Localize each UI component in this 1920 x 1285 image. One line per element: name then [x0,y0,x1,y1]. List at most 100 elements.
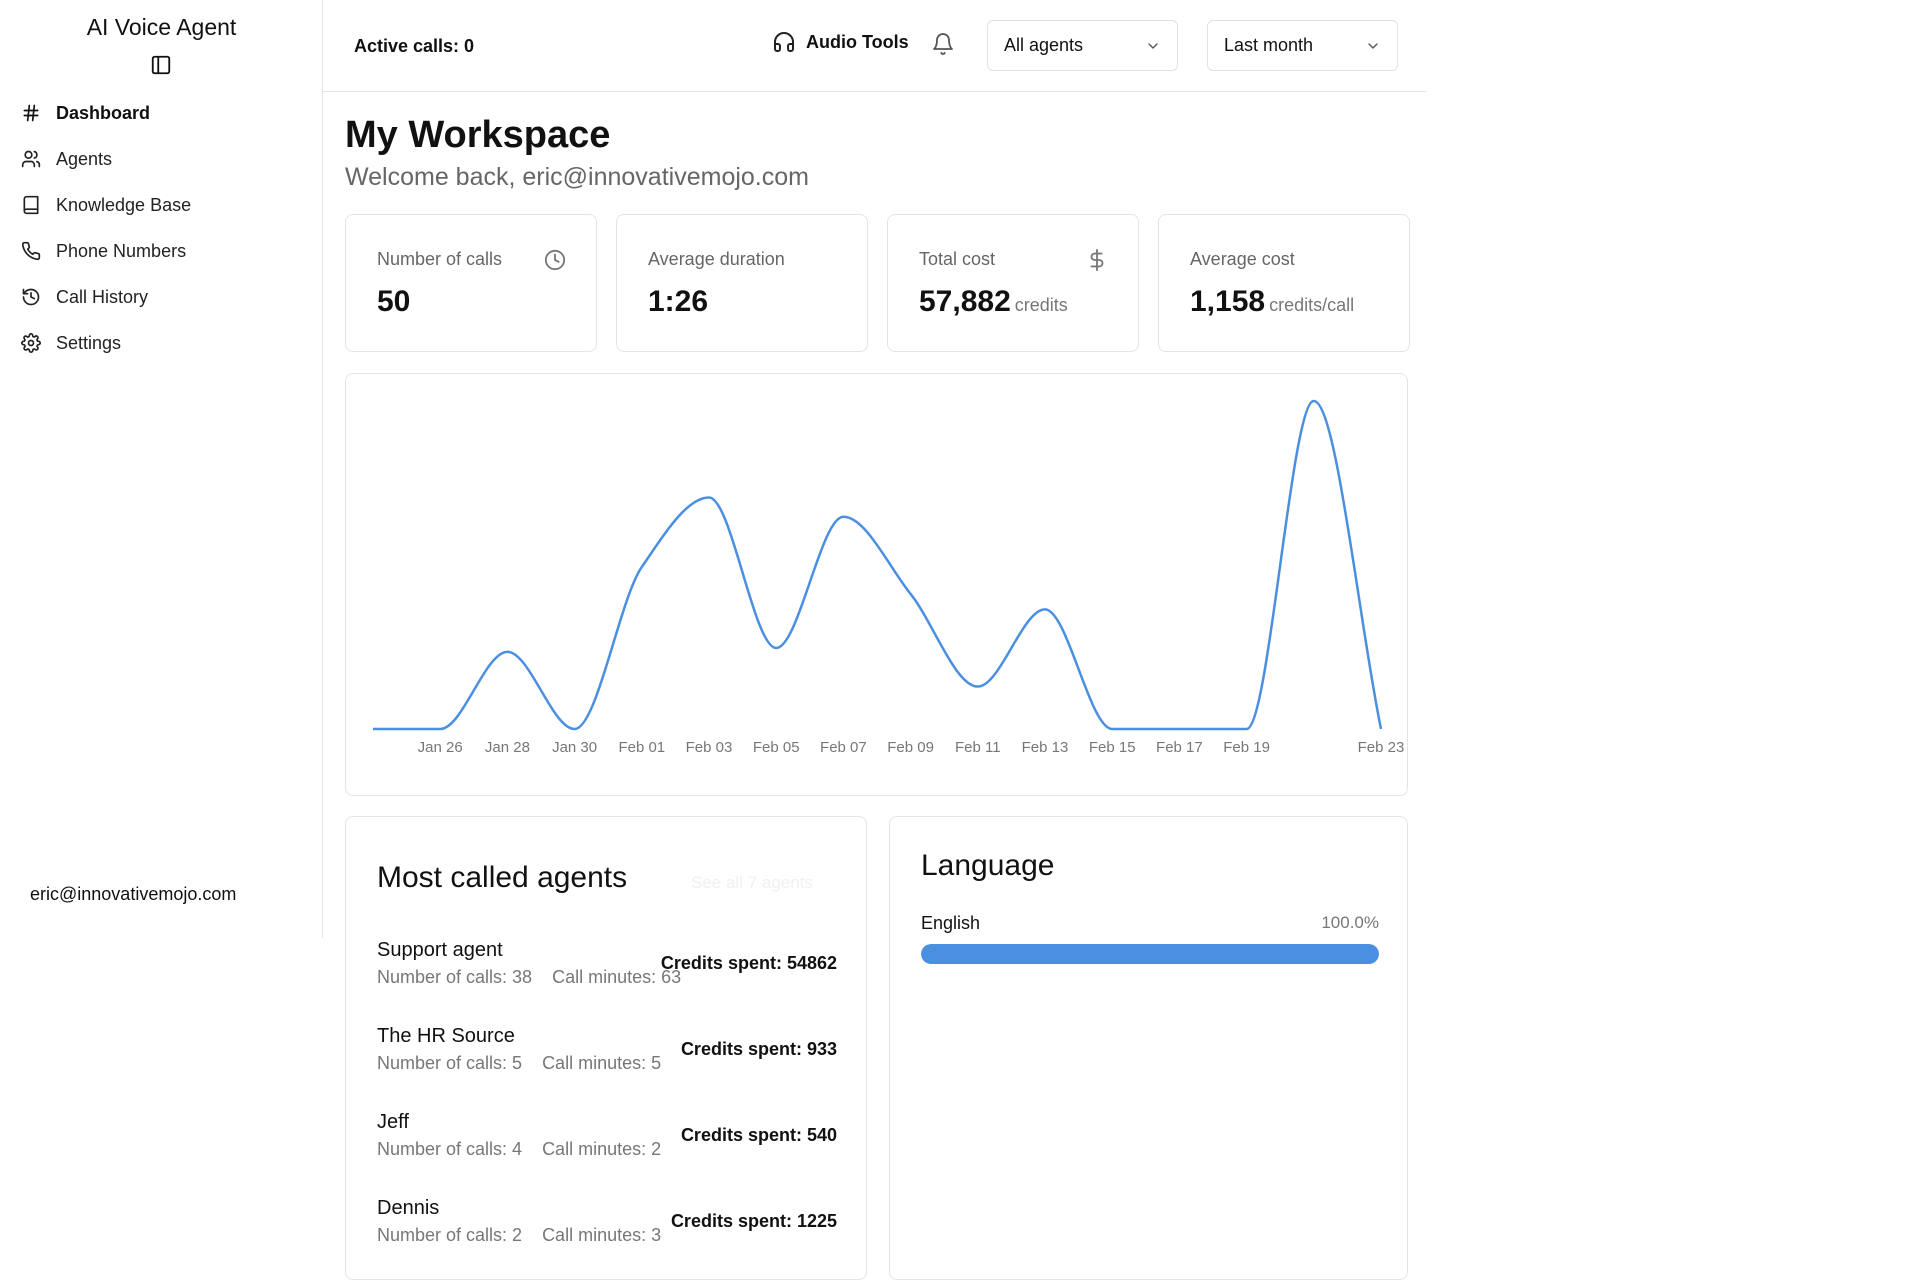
chart-point-Feb 13[interactable] [1042,606,1048,612]
chart-point-Feb 21[interactable] [1311,398,1317,404]
stat-value: 1,158 credits/call [1190,285,1355,318]
sidebar-item-agents[interactable]: Agents [20,136,191,182]
agent-name: Dennis [377,1197,440,1219]
stat-unit: credits [1014,295,1068,315]
x-tick-label: Feb 01 [618,739,665,756]
user-email[interactable]: eric@innovativemojo.com [30,884,236,905]
chart-point-Feb 09[interactable] [908,591,914,597]
agent-name: The HR Source [377,1025,515,1047]
language-row: English 100.0% [921,913,1379,934]
see-all-agents-link[interactable]: See all 7 agents [691,873,813,893]
agent-row[interactable]: Support agent Number of calls: 38 Call mi… [377,939,837,999]
dollar-icon [1086,249,1108,271]
period-filter-select[interactable]: Last month [1207,20,1398,71]
stat-card-total-cost: Total cost 57,882 credits [887,214,1139,352]
calls-series-line [373,399,1383,731]
stat-value: 57,882 credits [919,285,1068,318]
book-icon [20,194,42,216]
chart-point-Feb 11[interactable] [975,684,981,690]
chevron-down-icon [1148,42,1158,49]
chart-point-Jan 24[interactable] [370,726,376,732]
active-calls-indicator: Active calls: 0 [354,36,475,56]
agent-name: Support agent [377,939,503,961]
agent-row[interactable]: Dennis Number of calls: 2 Call minutes: 3… [377,1197,837,1257]
sidebar-item-label: Settings [56,332,122,353]
stat-label: Average duration [648,249,785,269]
sidebar: AI Voice Agent Dashboard Agents Knowledg… [0,0,323,938]
sidebar-item-knowledge-base[interactable]: Knowledge Base [20,182,191,228]
chart-point-Feb 05[interactable] [773,645,779,651]
chart-point-Feb 07[interactable] [840,514,846,520]
agent-credits: Credits spent: 933 [680,1039,837,1059]
card-title: Language [921,849,1055,882]
most-called-agents-card: Most called agents See all 7 agents Supp… [345,816,867,1280]
chart-point-Feb 15[interactable] [1109,726,1115,732]
agent-meta: Number of calls: 5 Call minutes: 5 [377,1053,661,1074]
language-card: Language English 100.0% [889,816,1408,1280]
stat-unit: credits/call [1269,295,1355,315]
agent-calls: Number of calls: 4 [377,1139,523,1159]
calls-line-chart: Jan 26 Jan 28 Jan 30 Feb 01 Feb 03 Feb 05 Feb … [370,398,1405,756]
app-title: AI Voice Agent [86,14,237,40]
chart-point-Jan 26[interactable] [437,726,443,732]
agent-minutes: Call minutes: 5 [542,1053,662,1073]
x-tick-label: Feb 05 [753,739,800,756]
hash-icon [20,102,42,124]
chart-point-Feb 03[interactable] [706,494,712,500]
chart-point-Feb 17[interactable] [1176,726,1182,732]
x-tick-label: Jan 30 [552,739,597,756]
x-tick-label: Feb 11 [955,739,1001,756]
calls-chart-card: Jan 26 Jan 28 Jan 30 Feb 01 Feb 03 Feb 05 Feb … [345,373,1408,796]
chart-point-Feb 01[interactable] [639,564,645,570]
headphones-icon [774,32,794,52]
x-tick-label: Feb 13 [1022,739,1069,756]
chart-point-Feb 23[interactable] [1378,726,1384,732]
sidebar-item-label: Dashboard [56,102,151,123]
x-tick-label: Feb 19 [1223,739,1270,756]
sidebar-item-label: Call History [56,286,149,307]
agent-meta: Number of calls: 38 Call minutes: 63 [377,967,681,988]
agent-minutes: Call minutes: 3 [542,1225,662,1245]
stat-card-calls: Number of calls 50 [345,214,597,352]
agent-calls: Number of calls: 2 [377,1225,523,1245]
stat-label: Number of calls [377,249,503,269]
card-title: Most called agents [377,861,628,894]
stat-label: Total cost [919,249,996,269]
chart-point-Jan 28[interactable] [504,649,510,655]
page-title: My Workspace [345,114,611,156]
stat-value: 1:26 [648,285,709,318]
language-name: English [921,913,981,933]
stat-card-average-cost: Average cost 1,158 credits/call [1158,214,1410,352]
sidebar-toggle-icon[interactable] [150,54,172,76]
agent-minutes: Call minutes: 2 [542,1139,662,1159]
agent-calls: Number of calls: 5 [377,1053,523,1073]
chart-point-Jan 30[interactable] [572,726,578,732]
agent-row[interactable]: The HR Source Number of calls: 5 Call min… [377,1025,837,1085]
agent-name: Jeff [377,1111,409,1133]
agent-meta: Number of calls: 2 Call minutes: 3 [377,1225,661,1246]
agent-credits: Credits spent: 540 [680,1125,837,1145]
x-tick-label: Feb 07 [820,739,867,756]
x-tick-label: Feb 23 [1358,739,1405,756]
users-icon [20,148,42,170]
agent-credits: Credits spent: 1225 [670,1211,837,1231]
x-tick-label: Feb 17 [1156,739,1203,756]
agent-row[interactable]: Jeff Number of calls: 4 Call minutes: 2 C… [377,1111,837,1171]
agent-filter-select[interactable]: All agents [987,20,1178,71]
phone-icon [20,240,42,262]
topbar: Active calls: 0 Audio Tools All agents L… [323,0,1426,92]
x-tick-label: Feb 03 [686,739,733,756]
audio-tools-button[interactable]: Audio Tools [772,30,909,54]
language-progress-fill [921,944,1379,964]
x-tick-label: Feb 09 [887,739,934,756]
chart-point-Feb 19[interactable] [1244,726,1250,732]
sidebar-item-settings[interactable]: Settings [20,320,191,366]
chevron-down-icon [1368,42,1378,49]
sidebar-item-phone-numbers[interactable]: Phone Numbers [20,228,191,274]
sidebar-item-call-history[interactable]: Call History [20,274,191,320]
history-icon [20,286,42,308]
sidebar-item-dashboard[interactable]: Dashboard [20,90,191,136]
x-tick-label: Feb 15 [1089,739,1136,756]
sidebar-item-label: Knowledge Base [56,194,192,215]
bell-icon[interactable] [931,32,957,58]
